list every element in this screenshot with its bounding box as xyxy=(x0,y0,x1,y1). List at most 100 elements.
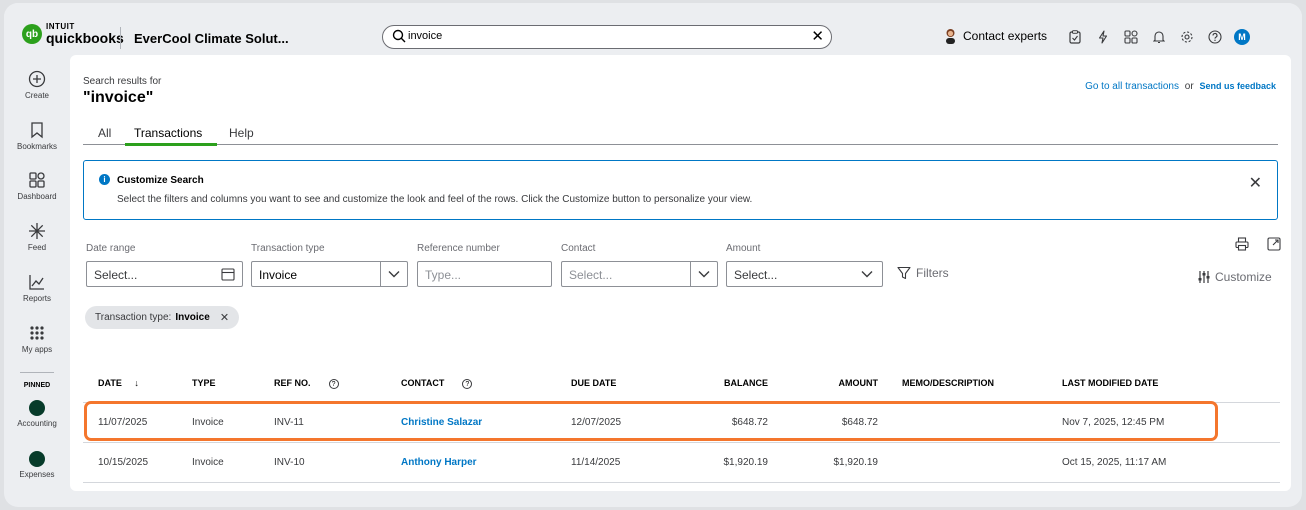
clear-search-icon[interactable]: ✕ xyxy=(811,28,824,46)
pinned-divider xyxy=(20,372,54,373)
nav-feed-label: Feed xyxy=(27,243,47,252)
nav-my-apps[interactable]: My apps xyxy=(4,324,70,354)
close-banner-icon[interactable]: ✕ xyxy=(1249,173,1262,193)
date-header-label: DATE xyxy=(98,378,122,389)
results-tabs: All Transactions Help xyxy=(83,121,1278,146)
nav-reports[interactable]: Reports xyxy=(4,273,70,303)
filters-button[interactable]: Filters xyxy=(897,266,949,280)
row-ref: INV-11 xyxy=(274,402,401,443)
reference-number-input[interactable]: Type... xyxy=(417,261,552,287)
amount-select[interactable]: Select... xyxy=(726,261,883,287)
chevron-down-icon xyxy=(861,271,873,278)
contact-help-icon[interactable]: ? xyxy=(462,378,473,389)
feed-icon xyxy=(29,223,45,239)
funnel-icon xyxy=(897,266,911,280)
nav-expenses[interactable]: Expenses xyxy=(4,451,70,479)
header-divider xyxy=(120,27,121,49)
column-header-ref[interactable]: REF NO.? xyxy=(274,365,401,403)
all-transactions-link[interactable]: Go to all transactions xyxy=(1085,81,1179,92)
column-header-last-modified[interactable]: LAST MODIFIED DATE xyxy=(1062,365,1280,403)
search-results-label: Search results for xyxy=(83,76,162,87)
table-header-row: DATE ↓ TYPE REF NO.? CONTACT? DUE DATE B… xyxy=(83,365,1280,403)
top-links: Go to all transactions or Send us feedba… xyxy=(1085,81,1276,92)
nav-accounting-label: Accounting xyxy=(17,419,57,428)
row-balance: $648.72 xyxy=(696,402,768,443)
print-icon[interactable] xyxy=(1235,237,1249,251)
bell-icon[interactable] xyxy=(1150,28,1168,46)
nav-accounting[interactable]: Accounting xyxy=(4,400,70,428)
search-query-title: "invoice" xyxy=(83,89,154,106)
pinned-heading: PINNED xyxy=(23,382,51,389)
nav-my-apps-label: My apps xyxy=(21,345,53,354)
row-balance: $1,920.19 xyxy=(696,442,768,483)
column-header-type[interactable]: TYPE xyxy=(192,365,274,403)
contact-experts-button[interactable]: Contact experts xyxy=(944,28,1047,44)
column-header-memo[interactable]: MEMO/DESCRIPTION xyxy=(878,365,1062,403)
bookmark-icon xyxy=(31,122,43,139)
nav-feed[interactable]: Feed xyxy=(4,222,70,252)
row-last-modified: Nov 7, 2025, 12:45 PM xyxy=(1062,402,1280,443)
date-range-label: Date range xyxy=(86,243,136,254)
gear-icon[interactable] xyxy=(1178,28,1196,46)
row-contact-link[interactable]: Anthony Harper xyxy=(401,442,571,483)
row-date: 11/07/2025 xyxy=(83,402,192,443)
search-icon xyxy=(392,29,406,43)
table-row[interactable]: 11/07/2025 Invoice INV-11 Christine Sala… xyxy=(83,402,1280,443)
ref-help-icon[interactable]: ? xyxy=(328,378,339,389)
column-header-amount[interactable]: AMOUNT xyxy=(768,365,878,403)
customize-search-banner: i Customize Search Select the filters an… xyxy=(83,160,1278,220)
ref-header-label: REF NO. xyxy=(274,377,311,388)
global-search[interactable]: ✕ xyxy=(382,25,832,49)
remove-filter-icon[interactable]: ✕ xyxy=(220,311,229,324)
contact-experts-label: Contact experts xyxy=(963,29,1048,43)
nav-dashboard[interactable]: Dashboard xyxy=(4,171,70,201)
chevron-down-icon xyxy=(698,271,710,278)
send-feedback-link[interactable]: Send us feedback xyxy=(1199,81,1276,91)
nav-bookmarks-label: Bookmarks xyxy=(16,142,57,151)
customize-label: Customize xyxy=(1215,270,1272,284)
lightning-icon[interactable] xyxy=(1094,28,1112,46)
date-range-picker[interactable]: Select... xyxy=(86,261,243,287)
amount-placeholder: Select... xyxy=(734,268,778,282)
app-window: qb INTUIT quickbooks EverCool Climate So… xyxy=(4,3,1302,507)
row-due-date: 11/14/2025 xyxy=(571,442,696,483)
row-memo xyxy=(878,402,1062,443)
sort-arrow-icon[interactable]: ↓ xyxy=(134,378,139,388)
tab-transactions[interactable]: Transactions xyxy=(134,126,202,140)
reports-icon xyxy=(29,275,44,290)
active-filter-chip[interactable]: Transaction type: Invoice ✕ xyxy=(85,306,240,329)
search-input[interactable] xyxy=(408,30,788,42)
column-header-balance[interactable]: BALANCE xyxy=(696,365,768,403)
tab-help[interactable]: Help xyxy=(229,126,254,140)
column-header-due-date[interactable]: DUE DATE xyxy=(571,365,696,403)
row-date: 10/15/2025 xyxy=(83,442,192,483)
user-avatar[interactable]: M xyxy=(1234,29,1250,45)
transaction-type-select[interactable]: Invoice xyxy=(251,261,408,287)
banner-text: Select the filters and columns you want … xyxy=(117,194,753,205)
quickbooks-logo[interactable]: qb INTUIT quickbooks xyxy=(22,23,124,45)
expenses-icon xyxy=(29,451,45,467)
nav-create-label: Create xyxy=(24,91,49,100)
contact-label: Contact xyxy=(561,243,596,254)
table-row[interactable]: 10/15/2025 Invoice INV-10 Anthony Harper… xyxy=(83,442,1280,483)
column-header-contact[interactable]: CONTACT? xyxy=(401,365,571,403)
apps-grid-icon xyxy=(30,326,44,340)
row-contact-link[interactable]: Christine Salazar xyxy=(401,402,571,443)
nav-create[interactable]: Create xyxy=(4,70,70,100)
column-header-date[interactable]: DATE ↓ xyxy=(83,365,192,403)
export-icon[interactable] xyxy=(1267,237,1281,251)
row-type: Invoice xyxy=(192,442,274,483)
left-navigation: Create Bookmarks Dashboard Feed Reports … xyxy=(4,58,70,507)
help-icon[interactable] xyxy=(1206,28,1224,46)
clipboard-icon[interactable] xyxy=(1066,28,1084,46)
tab-all[interactable]: All xyxy=(98,126,111,140)
nav-bookmarks[interactable]: Bookmarks xyxy=(4,121,70,151)
plus-circle-icon xyxy=(28,70,46,88)
contact-placeholder: Select... xyxy=(569,268,613,282)
apps-switcher-icon[interactable] xyxy=(1122,28,1140,46)
active-tab-indicator xyxy=(125,143,217,146)
contact-select[interactable]: Select... xyxy=(561,261,718,287)
chip-label: Transaction type: xyxy=(95,312,172,323)
customize-button[interactable]: Customize xyxy=(1197,270,1272,284)
company-name[interactable]: EverCool Climate Solut... xyxy=(134,31,289,46)
